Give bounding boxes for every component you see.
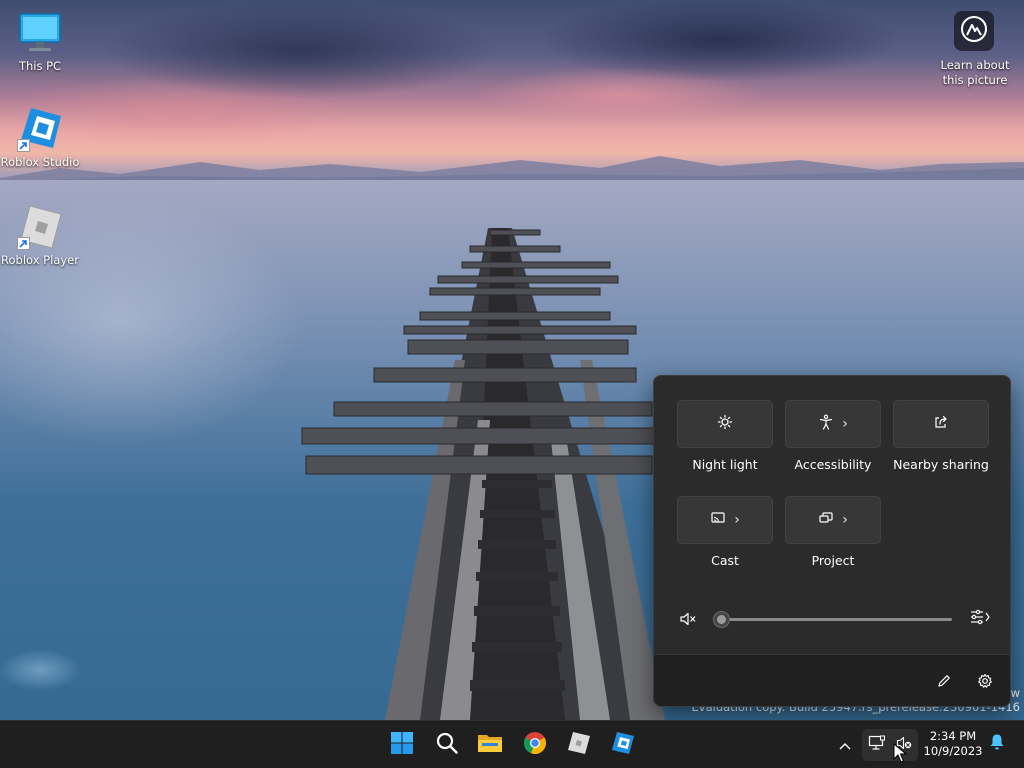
desktop-icon-roblox-studio[interactable]: Roblox Studio [0,106,80,169]
chevron-right-icon: › [842,416,848,432]
volume-slider-track[interactable] [720,618,952,621]
start-button[interactable] [384,727,420,763]
folder-icon [477,731,503,759]
speaker-muted-icon[interactable] [674,605,702,633]
search-icon [435,731,459,759]
monitor-icon [17,10,63,56]
notification-center-button[interactable] [986,733,1008,755]
network-icon [868,735,886,755]
audio-output-button[interactable] [960,605,1000,633]
show-hidden-icons-button[interactable] [834,733,856,755]
cast-tile[interactable]: › [677,496,773,544]
accessibility-label: Accessibility [794,457,872,472]
pencil-icon[interactable] [930,667,958,695]
learn-about-picture-button[interactable] [954,11,994,51]
camera-spotlight-icon [960,15,988,47]
audio-mixer-icon [969,608,991,630]
desktop-icon-label: This PC [18,59,62,73]
roblox-studio-icon [17,106,63,152]
shortcut-arrow-icon [17,139,30,152]
search-button[interactable] [429,727,465,763]
desktop-icon-this-pc[interactable]: This PC [0,10,80,73]
chevron-right-icon: › [842,512,848,528]
chrome-button[interactable] [517,727,553,763]
quick-settings-tray-button[interactable] [862,729,918,761]
nearby-sharing-tile[interactable] [893,400,989,448]
roblox-player-icon [17,204,63,250]
shortcut-arrow-icon [17,237,30,250]
mouse-cursor-icon [893,743,907,763]
taskbar: 2:34 PM 10/9/2023 [0,720,1024,768]
project-label: Project [811,553,855,568]
roblox-player-icon [567,731,591,759]
bell-icon [989,733,1005,755]
desktop-icon-label: Roblox Studio [0,155,80,169]
quick-settings-flyout: Night light › Accessibility Nearby shari… [653,375,1011,707]
nearby-sharing-label: Nearby sharing [893,457,989,472]
desktop-icon-label: Roblox Player [1,253,79,267]
gear-icon[interactable] [971,667,999,695]
desktop-icon-roblox-player[interactable]: Roblox Player [0,204,80,267]
night-light-tile[interactable] [677,400,773,448]
night-light-icon [717,414,733,434]
nearby-sharing-icon [933,414,949,434]
windows-logo-icon [390,731,414,759]
roblox-player-taskbar-button[interactable] [561,727,597,763]
chevron-up-icon [839,735,851,754]
clock-button[interactable]: 2:34 PM 10/9/2023 [918,729,988,759]
chevron-right-icon: › [734,512,740,528]
roblox-studio-icon [611,731,635,759]
project-tile[interactable]: › [785,496,881,544]
accessibility-icon [818,414,834,434]
roblox-studio-taskbar-button[interactable] [605,727,641,763]
night-light-label: Night light [692,457,758,472]
volume-slider-thumb[interactable] [713,611,730,628]
chrome-icon [523,731,547,759]
cast-icon [710,510,726,530]
clock-time: 2:34 PM [929,729,977,743]
cast-label: Cast [711,553,739,568]
quick-settings-footer [654,654,1010,706]
file-explorer-button[interactable] [472,727,508,763]
project-icon [818,510,834,530]
learn-about-picture-label: Learn about this picture [940,58,1010,87]
clock-date: 10/9/2023 [923,744,983,758]
accessibility-tile[interactable]: › [785,400,881,448]
